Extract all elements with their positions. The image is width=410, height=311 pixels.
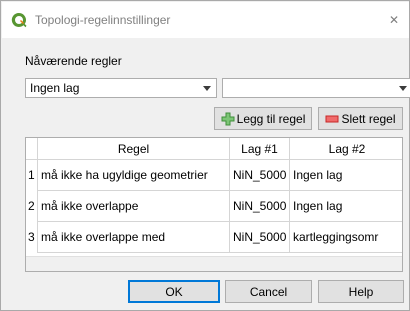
- row-number[interactable]: 3: [26, 222, 38, 253]
- window-title: Topologi-regelinnstillinger: [35, 13, 171, 27]
- close-icon: ✕: [388, 13, 400, 27]
- table-row[interactable]: 3 må ikke overlappe med NiN_5000 kartleg…: [26, 222, 402, 253]
- close-button[interactable]: ✕: [379, 2, 409, 38]
- row-number[interactable]: 1: [26, 160, 38, 191]
- column-header-lag2[interactable]: Lag #2: [290, 138, 402, 160]
- cell-lag2[interactable]: Ingen lag: [290, 160, 402, 191]
- cancel-button[interactable]: Cancel: [225, 280, 312, 303]
- column-header-lag1[interactable]: Lag #1: [230, 138, 290, 160]
- table-header: Regel Lag #1 Lag #2: [26, 138, 402, 160]
- horizontal-scrollbar[interactable]: [26, 256, 402, 271]
- corner-header[interactable]: [26, 138, 38, 160]
- qgis-icon: [11, 12, 27, 28]
- rules-table[interactable]: Regel Lag #1 Lag #2 1 må ikke ha ugyldig…: [25, 137, 403, 272]
- delete-rule-label: Slett regel: [341, 111, 396, 126]
- plus-icon: [221, 112, 235, 126]
- cell-lag1[interactable]: NiN_5000: [230, 160, 290, 191]
- cell-lag2[interactable]: kartleggingsomr: [290, 222, 402, 253]
- column-header-regel[interactable]: Regel: [38, 138, 230, 160]
- help-button[interactable]: Help: [318, 280, 404, 303]
- minus-icon: [325, 112, 339, 126]
- title-bar[interactable]: Topologi-regelinnstillinger ✕: [2, 2, 409, 38]
- current-rules-label: Nåværende regler: [25, 54, 122, 68]
- ok-button[interactable]: OK: [128, 280, 220, 303]
- cell-lag1[interactable]: NiN_5000: [230, 191, 290, 222]
- cell-lag2[interactable]: Ingen lag: [290, 191, 402, 222]
- add-rule-button[interactable]: Legg til regel: [214, 107, 312, 130]
- cell-regel[interactable]: må ikke overlappe med: [38, 222, 230, 253]
- chevron-down-icon: [203, 86, 211, 91]
- topology-rule-settings-dialog: Topologi-regelinnstillinger ✕ Nåværende …: [0, 0, 410, 311]
- chevron-down-icon: [399, 86, 407, 91]
- cell-regel[interactable]: må ikke ha ugyldige geometrier: [38, 160, 230, 191]
- row-number[interactable]: 2: [26, 191, 38, 222]
- cell-regel[interactable]: må ikke overlappe: [38, 191, 230, 222]
- table-row[interactable]: 2 må ikke overlappe NiN_5000 Ingen lag: [26, 191, 402, 222]
- layer1-combobox[interactable]: Ingen lag: [25, 78, 217, 98]
- cell-lag1[interactable]: NiN_5000: [230, 222, 290, 253]
- delete-rule-button[interactable]: Slett regel: [318, 107, 403, 130]
- add-rule-label: Legg til regel: [236, 111, 306, 126]
- layer2-combobox[interactable]: [222, 78, 410, 98]
- layer1-combobox-value: Ingen lag: [30, 81, 80, 95]
- table-row[interactable]: 1 må ikke ha ugyldige geometrier NiN_500…: [26, 160, 402, 191]
